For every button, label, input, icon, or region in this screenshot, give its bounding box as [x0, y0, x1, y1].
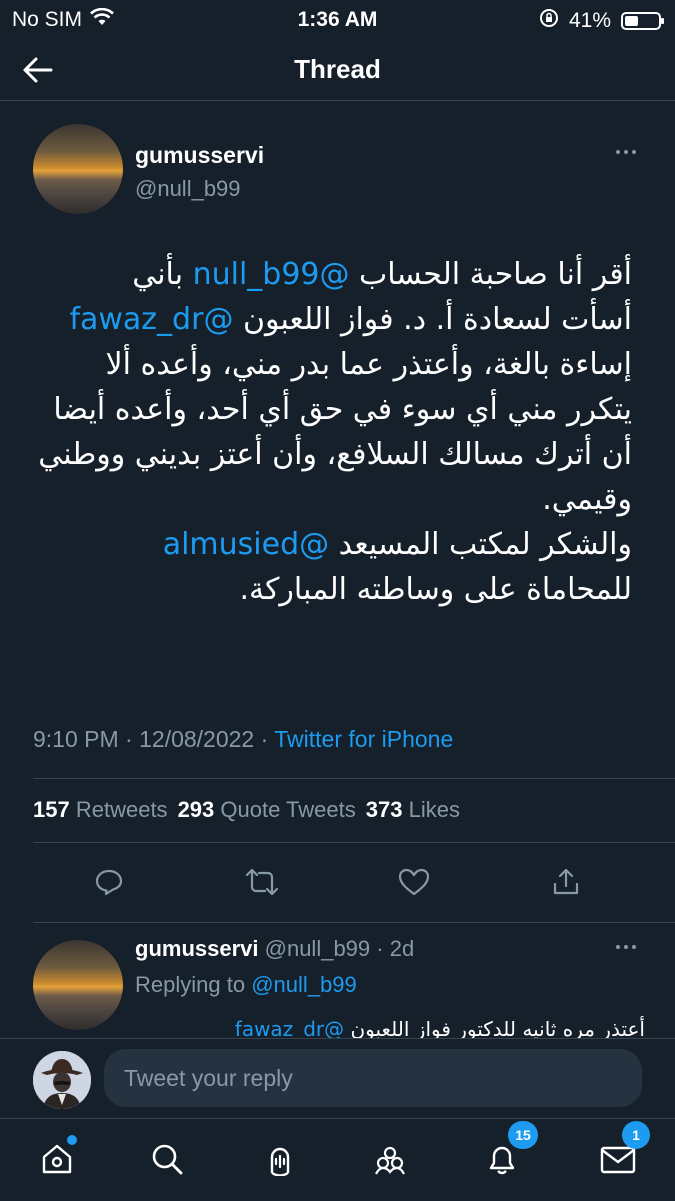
mention-link[interactable]: @fawaz_dr: [69, 302, 233, 337]
mention-link[interactable]: @almusied: [163, 527, 329, 562]
battery-fill: [625, 16, 639, 26]
mention-link[interactable]: @null_b99: [193, 257, 350, 292]
tweet-line: أقر أنا صاحبة الحساب @null_b99 بأني: [30, 252, 632, 297]
retweet-icon[interactable]: [245, 867, 279, 897]
tweet-date: 12/08/2022: [139, 726, 255, 752]
tweet-source-link[interactable]: Twitter for iPhone: [274, 726, 453, 752]
replying-to: Replying to @null_b99: [135, 972, 357, 998]
retweets-count: 157: [33, 797, 70, 822]
quotes-stat[interactable]: 293 Quote Tweets: [178, 797, 356, 823]
tab-communities[interactable]: [368, 1137, 412, 1181]
retweets-label: Retweets: [75, 797, 168, 822]
retweets-stat[interactable]: 157 Retweets: [33, 797, 168, 823]
status-right: 41%: [539, 8, 664, 34]
like-button[interactable]: [394, 862, 434, 902]
tweet-text-segment: أقر أنا صاحبة الحساب: [349, 257, 632, 292]
reply-button[interactable]: [89, 862, 129, 902]
page-title: Thread: [294, 54, 381, 84]
more-icon[interactable]: [616, 945, 636, 949]
divider: [33, 922, 675, 923]
quotes-label: Quote Tweets: [220, 797, 356, 822]
tweet-meta: 9:10 PM · 12/08/2022 · Twitter for iPhon…: [33, 726, 453, 753]
tweet-time: 9:10 PM: [33, 726, 119, 752]
reply-author-name[interactable]: gumusservi: [135, 936, 259, 961]
battery-icon: [621, 12, 664, 30]
like-icon[interactable]: [398, 867, 430, 897]
more-icon[interactable]: [616, 150, 636, 154]
divider: [33, 842, 675, 843]
tweet-text-segment: والشكر لمكتب المسيعد: [329, 527, 632, 562]
reply-composer: Tweet your reply: [0, 1038, 675, 1119]
thread-header: Thread: [0, 40, 675, 101]
author-handle[interactable]: @null_b99: [135, 176, 241, 202]
meta-separator: ·: [118, 726, 140, 752]
messages-icon[interactable]: [600, 1144, 636, 1174]
tweet-text: أقر أنا صاحبة الحساب @null_b99 بأني أسأت…: [30, 252, 632, 612]
home-new-dot: [67, 1135, 77, 1145]
reply-input[interactable]: Tweet your reply: [104, 1049, 642, 1107]
meta-separator: ·: [254, 726, 275, 752]
tab-notifications[interactable]: 15: [480, 1121, 538, 1181]
spaces-icon[interactable]: [263, 1142, 297, 1176]
tweet-line: أسأت لسعادة أ. د. فواز اللعبون @fawaz_dr: [30, 297, 632, 342]
tweet-actions: [0, 862, 675, 902]
reply-age: 2d: [389, 936, 415, 961]
reply-icon[interactable]: [94, 867, 124, 897]
tweet-line: إساءة بالغة، وأعتذر عما بدر مني، وأعده أ…: [105, 347, 632, 382]
reply-author-handle: @null_b99: [264, 936, 371, 961]
divider: [33, 778, 675, 779]
communities-icon[interactable]: [372, 1142, 408, 1176]
tweet-text-segment: أسأت لسعادة أ. د. فواز اللعبون: [233, 302, 632, 337]
messages-badge: 1: [622, 1121, 650, 1149]
notifications-icon[interactable]: [485, 1142, 519, 1176]
tweet-line: للمحاماة على وساطته المباركة.: [239, 572, 632, 607]
tweet-text-segment: بأني: [132, 257, 193, 292]
home-icon[interactable]: [40, 1142, 74, 1176]
mention-link[interactable]: @fawaz_dr: [235, 1017, 344, 1038]
reply-text: أعتذر مره ثانيه للدكتور فواز اللعبون @fa…: [135, 1012, 645, 1038]
likes-stat[interactable]: 373 Likes: [366, 797, 460, 823]
replying-prefix: Replying to: [135, 972, 252, 997]
tab-spaces[interactable]: [258, 1137, 302, 1181]
tab-messages[interactable]: 1: [596, 1121, 650, 1181]
bottom-tab-bar: 15 1: [0, 1118, 675, 1201]
notifications-badge: 15: [508, 1121, 538, 1149]
tweet-line: يتكرر مني أي سوء في حق أي أحد، وأعده أيض…: [53, 392, 632, 427]
status-bar: No SIM 1:36 AM 41%: [0, 0, 675, 36]
tweet-line: أن أترك مسالك السلافع، وأن أعتز بديني وو…: [38, 437, 632, 472]
author-avatar[interactable]: [33, 124, 123, 214]
quotes-count: 293: [177, 797, 215, 822]
reply-header[interactable]: gumusservi @null_b99 · 2d: [135, 936, 414, 962]
share-icon[interactable]: [551, 867, 581, 897]
search-icon[interactable]: [150, 1142, 184, 1176]
tab-search[interactable]: [145, 1137, 189, 1181]
tweet-line: وقيمي.: [542, 482, 632, 517]
likes-count: 373: [365, 797, 403, 822]
author-name[interactable]: gumusservi: [135, 142, 264, 169]
battery-percent: 41%: [568, 9, 611, 32]
my-avatar[interactable]: [33, 1051, 91, 1109]
share-button[interactable]: [546, 862, 586, 902]
retweet-button[interactable]: [242, 862, 282, 902]
reply-input-placeholder: Tweet your reply: [124, 1064, 293, 1091]
replying-mention[interactable]: @null_b99: [251, 972, 357, 997]
reply-text-segment: أعتذر مره ثانيه للدكتور فواز اللعبون: [344, 1017, 645, 1038]
tab-home[interactable]: [35, 1135, 79, 1181]
reply-author-avatar[interactable]: [33, 940, 123, 1030]
tweet-stats: 157 Retweets 293 Quote Tweets 373 Likes: [33, 797, 460, 823]
tweet-line: والشكر لمكتب المسيعد @almusied: [30, 522, 632, 567]
meta-separator: ·: [370, 936, 390, 961]
lock-rotation-icon: [539, 8, 559, 34]
likes-label: Likes: [408, 797, 460, 822]
